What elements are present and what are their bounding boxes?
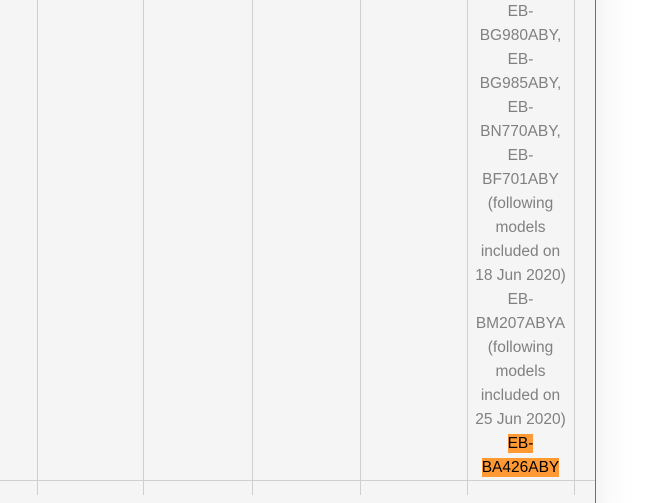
table-cell-col6 xyxy=(573,480,596,495)
table-cell-col0 xyxy=(0,0,38,481)
table-cell-col0 xyxy=(0,480,38,495)
table-cell-battery-models: EB-BG980ABY, EB-BG985ABY, EB-BN770ABY, E… xyxy=(466,0,575,481)
table-cell-col2 xyxy=(142,0,253,481)
table-row: EB-BG980ABY, EB-BG985ABY, EB-BN770ABY, E… xyxy=(0,0,596,481)
table-cell-col2 xyxy=(142,480,253,495)
table-cell-col1 xyxy=(36,480,144,495)
battery-model-list-text: EB-BG980ABY, EB-BG985ABY, EB-BN770ABY, E… xyxy=(475,3,566,428)
table-row xyxy=(0,480,596,495)
page-outside-margin xyxy=(596,0,648,503)
battery-model-list: EB-BG980ABY, EB-BG985ABY, EB-BN770ABY, E… xyxy=(468,0,574,480)
table-cell-col3 xyxy=(251,480,361,495)
table-cell-col1 xyxy=(36,0,144,481)
search-highlight: EB-BA426ABY xyxy=(481,434,560,477)
table-cell-col4 xyxy=(359,0,468,481)
document-page-surface: EB-BG980ABY, EB-BG985ABY, EB-BN770ABY, E… xyxy=(0,0,596,503)
document-table: EB-BG980ABY, EB-BG985ABY, EB-BN770ABY, E… xyxy=(0,0,596,495)
table-cell-col5 xyxy=(466,480,575,495)
table-cell-col6 xyxy=(573,0,596,481)
table-cell-col3 xyxy=(251,0,361,481)
table-cell-col4 xyxy=(359,480,468,495)
